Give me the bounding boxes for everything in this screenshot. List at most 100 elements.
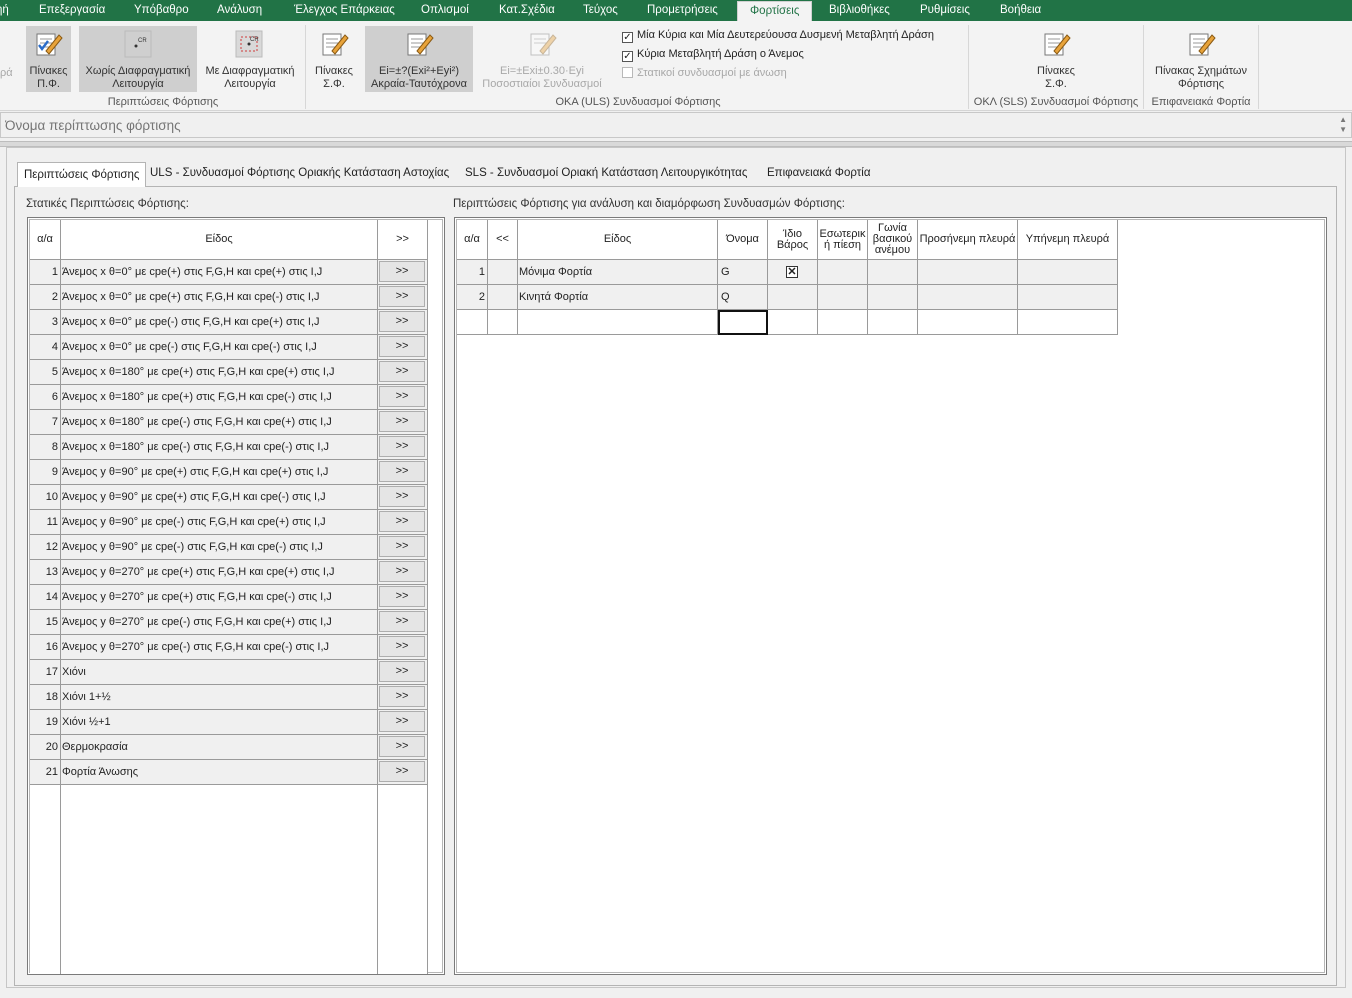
ei-pososto-button[interactable]: Ei=±Exi±0.30·Eyi Ποσοστιαίοι Συνδυασμοί xyxy=(475,26,609,92)
column-header-onoma: Όνομα xyxy=(718,220,768,260)
new-row-name-cell[interactable] xyxy=(718,310,768,335)
row-eidos: Άνεμος y θ=270° με cpe(+) στις F,G,H και… xyxy=(61,560,378,585)
row-idio-varos xyxy=(768,285,818,310)
menu-item-2[interactable]: Υπόβαθρο xyxy=(134,0,189,21)
row-cell[interactable] xyxy=(488,260,518,285)
row-number: 1 xyxy=(30,260,61,285)
new-row-cell[interactable] xyxy=(1018,310,1118,335)
column-header-eidos: Είδος xyxy=(61,220,378,260)
checkbox-anosi[interactable]: Στατικοί συνδυασμοί με άνωση xyxy=(622,67,787,79)
row-button-cell: >> xyxy=(378,360,428,385)
ei-akraia-button[interactable]: Ei=±?(Exi²+Eyi²) Ακραία-Ταυτόχρονα xyxy=(365,26,473,92)
row-eidos: Άνεμος x θ=180° με cpe(+) στις F,G,H και… xyxy=(61,385,378,410)
menu-item-6[interactable]: Κατ.Σχέδια xyxy=(499,0,555,21)
menu-item-0[interactable]: ηή xyxy=(0,0,9,21)
menu-item-5[interactable]: Οπλισμοί xyxy=(421,0,469,21)
menu-item-4[interactable]: Έλεγχος Επάρκειας xyxy=(294,0,395,21)
menu-item-9[interactable]: Φορτίσεις xyxy=(737,1,813,21)
row-button-cell: >> xyxy=(378,560,428,585)
row-cell xyxy=(918,260,1018,285)
row-number: 9 xyxy=(30,460,61,485)
scroll-down-icon[interactable]: ▼ xyxy=(1339,126,1347,134)
menu-item-7[interactable]: Τεύχος xyxy=(583,0,618,21)
checkbox-checked-icon: ✓ xyxy=(622,51,633,62)
row-number: 5 xyxy=(30,360,61,385)
row-eidos: Άνεμος y θ=90° με cpe(+) στις F,G,H και … xyxy=(61,460,378,485)
pinakes-sf2-button[interactable]: Πίνακες Σ.Φ. xyxy=(1030,26,1082,92)
new-row-cell[interactable] xyxy=(488,310,518,335)
tab-sls[interactable]: SLS - Συνδυασμοί Οριακή Κατάσταση Λειτου… xyxy=(459,158,753,186)
new-row-cell[interactable] xyxy=(768,310,818,335)
add-case-button[interactable]: >> xyxy=(379,661,425,682)
menu-item-12[interactable]: Βοήθεια xyxy=(1000,0,1041,21)
add-case-button[interactable]: >> xyxy=(379,711,425,732)
add-case-button[interactable]: >> xyxy=(379,511,425,532)
add-case-button[interactable]: >> xyxy=(379,611,425,632)
row-number: 2 xyxy=(457,285,488,310)
add-case-button[interactable]: >> xyxy=(379,536,425,557)
checkbox-anosi-label: Στατικοί συνδυασμοί με άνωση xyxy=(637,67,787,79)
add-case-button[interactable]: >> xyxy=(379,436,425,457)
add-case-button[interactable]: >> xyxy=(379,636,425,657)
add-case-button[interactable]: >> xyxy=(379,336,425,357)
row-cell[interactable] xyxy=(488,285,518,310)
xoris-diafragmatiki-button[interactable]: CR Χωρίς Διαφραγματική Λειτουργία xyxy=(79,26,197,92)
add-all-header-button[interactable]: >> xyxy=(378,220,428,260)
table-edit-icon xyxy=(322,33,349,56)
scroll-up-icon[interactable]: ▲ xyxy=(1339,116,1347,124)
column-header-aa: α/α xyxy=(457,220,488,260)
case-name-input[interactable] xyxy=(3,115,1333,135)
table-edit-icon xyxy=(1189,33,1216,56)
new-row-cell[interactable] xyxy=(868,310,918,335)
add-case-button[interactable]: >> xyxy=(379,686,425,707)
remove-all-header-button[interactable]: << xyxy=(488,220,518,260)
ei-pososto-label: Ei=±Exi±0.30·Eyi Ποσοστιαίοι Συνδυασμοί xyxy=(482,65,602,90)
add-case-button[interactable]: >> xyxy=(379,286,425,307)
add-case-button[interactable]: >> xyxy=(379,461,425,482)
me-diafragmatiki-button[interactable]: CR Με Διαφραγματική Λειτουργία xyxy=(200,26,300,92)
tab-periptoseis[interactable]: Περιπτώσεις Φόρτισης xyxy=(17,162,147,187)
row-number: 17 xyxy=(30,660,61,685)
column-header-gonia-anemou: Γωνία βασικού ανέμου xyxy=(868,220,918,260)
row-button-cell: >> xyxy=(378,260,428,285)
add-case-button[interactable]: >> xyxy=(379,361,425,382)
pinakes-sf-button[interactable]: Πίνακες Σ.Φ. xyxy=(310,26,358,92)
row-button-cell: >> xyxy=(378,585,428,610)
case-name-bar: ▲ ▼ xyxy=(0,112,1352,138)
add-case-button[interactable]: >> xyxy=(379,386,425,407)
add-case-button[interactable]: >> xyxy=(379,761,425,782)
pinakas-sximaton-button[interactable]: Πίνακας Σχημάτων Φόρτισης xyxy=(1148,26,1254,92)
new-row-cell[interactable] xyxy=(457,310,488,335)
tab-epifaneiaka[interactable]: Επιφανειακά Φορτία xyxy=(761,158,877,186)
checkbox-checked-icon[interactable]: ✕ xyxy=(786,266,798,278)
row-cell xyxy=(1018,285,1118,310)
new-row-cell[interactable] xyxy=(818,310,868,335)
diaphragm-icon: CR xyxy=(235,30,263,58)
row-eidos: Άνεμος x θ=0° με cpe(-) στις F,G,H και c… xyxy=(61,310,378,335)
menu-item-1[interactable]: Επεξεργασία xyxy=(39,0,105,21)
row-eidos: Άνεμος x θ=180° με cpe(+) στις F,G,H και… xyxy=(61,360,378,385)
ribbon: ρά Πίνακες Π.Φ. CR Χωρίς Διαφραγματική Λ… xyxy=(0,21,1352,111)
add-case-button[interactable]: >> xyxy=(379,261,425,282)
checkbox-mia-kyria[interactable]: ✓ Μία Κύρια και Μία Δευτερεύουσα Δυσμενή … xyxy=(622,29,934,43)
add-case-button[interactable]: >> xyxy=(379,411,425,432)
static-cases-grid: α/α Είδος >> 1 Άνεμος x θ=0° με cpe(+) στ… xyxy=(27,217,445,975)
menu-item-10[interactable]: Βιβλιοθήκες xyxy=(829,0,890,21)
row-eidos: Άνεμος y θ=270° με cpe(+) στις F,G,H και… xyxy=(61,585,378,610)
new-row-cell[interactable] xyxy=(918,310,1018,335)
add-case-button[interactable]: >> xyxy=(379,311,425,332)
add-case-button[interactable]: >> xyxy=(379,586,425,607)
row-number: 8 xyxy=(30,435,61,460)
new-row-cell[interactable] xyxy=(518,310,718,335)
menu-item-8[interactable]: Προμετρήσεις xyxy=(647,0,718,21)
menu-item-3[interactable]: Ανάλυση xyxy=(217,0,262,21)
add-case-button[interactable]: >> xyxy=(379,486,425,507)
checkbox-kyria-anemos-label: Κύρια Μεταβλητή Δράση ο Άνεμος xyxy=(637,48,804,60)
pinakes-pf-button[interactable]: Πίνακες Π.Φ. xyxy=(26,26,71,92)
add-case-button[interactable]: >> xyxy=(379,736,425,757)
add-case-button[interactable]: >> xyxy=(379,561,425,582)
checkbox-kyria-anemos[interactable]: ✓ Κύρια Μεταβλητή Δράση ο Άνεμος xyxy=(622,48,804,62)
row-button-cell: >> xyxy=(378,535,428,560)
tab-uls[interactable]: ULS - Συνδυασμοί Φόρτισης Οριακής Κατάστ… xyxy=(144,158,455,186)
menu-item-11[interactable]: Ρυθμίσεις xyxy=(920,0,970,21)
